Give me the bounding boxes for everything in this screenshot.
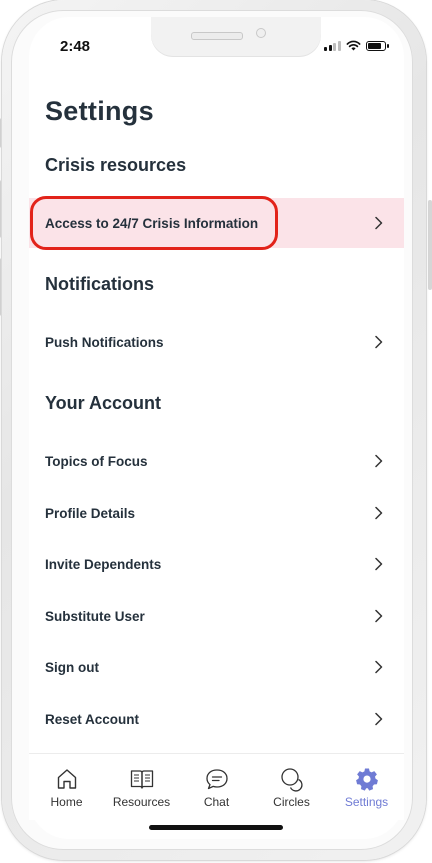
home-icon [57, 769, 76, 789]
row-label: Access to 24/7 Crisis Information [45, 215, 259, 231]
row-label: Push Notifications [45, 334, 164, 350]
tab-bar: Home Resources Chat Circles Settings [29, 753, 404, 820]
tab-label: Resources [112, 795, 171, 809]
chevron-right-icon [375, 660, 383, 674]
device-mockup: 2:48 Settings Crisis resources Access to… [0, 0, 432, 863]
chevron-right-icon [375, 335, 383, 349]
home-indicator[interactable] [149, 825, 283, 830]
settings-row-sign-out[interactable]: Sign out [29, 642, 404, 692]
wifi-icon [346, 40, 360, 51]
settings-row-crisis-information[interactable]: Access to 24/7 Crisis Information [29, 198, 404, 248]
row-label: Substitute User [45, 608, 145, 624]
row-label: Reset Account [45, 711, 140, 727]
page-title: Settings [45, 96, 154, 126]
section-title-notifications: Notifications [45, 274, 155, 294]
circles-icon [280, 768, 302, 792]
chevron-right-icon [375, 609, 383, 623]
tab-chat[interactable]: Chat [179, 754, 254, 820]
notch [151, 17, 321, 57]
chat-bubble-icon [205, 769, 228, 790]
front-camera [256, 28, 266, 38]
settings-row-invite-dependents[interactable]: Invite Dependents [29, 539, 404, 589]
section-title-your-account: Your Account [45, 393, 161, 413]
row-label: Sign out [45, 659, 99, 675]
row-label: Topics of Focus [45, 453, 148, 469]
chevron-right-icon [375, 557, 383, 571]
tab-label: Home [50, 795, 83, 809]
tab-settings[interactable]: Settings [329, 754, 404, 820]
chevron-right-icon [375, 506, 383, 520]
settings-row-profile-details[interactable]: Profile Details [29, 488, 404, 538]
settings-row-substitute-user[interactable]: Substitute User [29, 591, 404, 641]
cellular-signal-icon [324, 40, 341, 51]
chevron-right-icon [375, 712, 383, 726]
section-title-crisis-resources: Crisis resources [45, 155, 187, 175]
status-time: 2:48 [60, 38, 91, 55]
tab-label: Chat [203, 795, 230, 809]
book-icon [130, 770, 153, 789]
settings-row-reset-account[interactable]: Reset Account [29, 694, 404, 744]
tab-resources[interactable]: Resources [104, 754, 179, 820]
power-button [428, 200, 432, 290]
settings-row-topics-of-focus[interactable]: Topics of Focus [29, 436, 404, 486]
gear-icon [355, 768, 378, 791]
settings-row-push-notifications[interactable]: Push Notifications [29, 317, 404, 367]
row-label: Invite Dependents [45, 556, 162, 572]
chevron-right-icon [375, 454, 383, 468]
row-label: Profile Details [45, 505, 136, 521]
chevron-right-icon [375, 216, 383, 230]
status-icons [324, 40, 389, 51]
tab-label: Circles [273, 795, 310, 809]
tab-circles[interactable]: Circles [254, 754, 329, 820]
tab-label: Settings [344, 795, 389, 809]
battery-icon [365, 41, 389, 51]
tab-home[interactable]: Home [29, 754, 104, 820]
speaker-grille [191, 32, 243, 40]
